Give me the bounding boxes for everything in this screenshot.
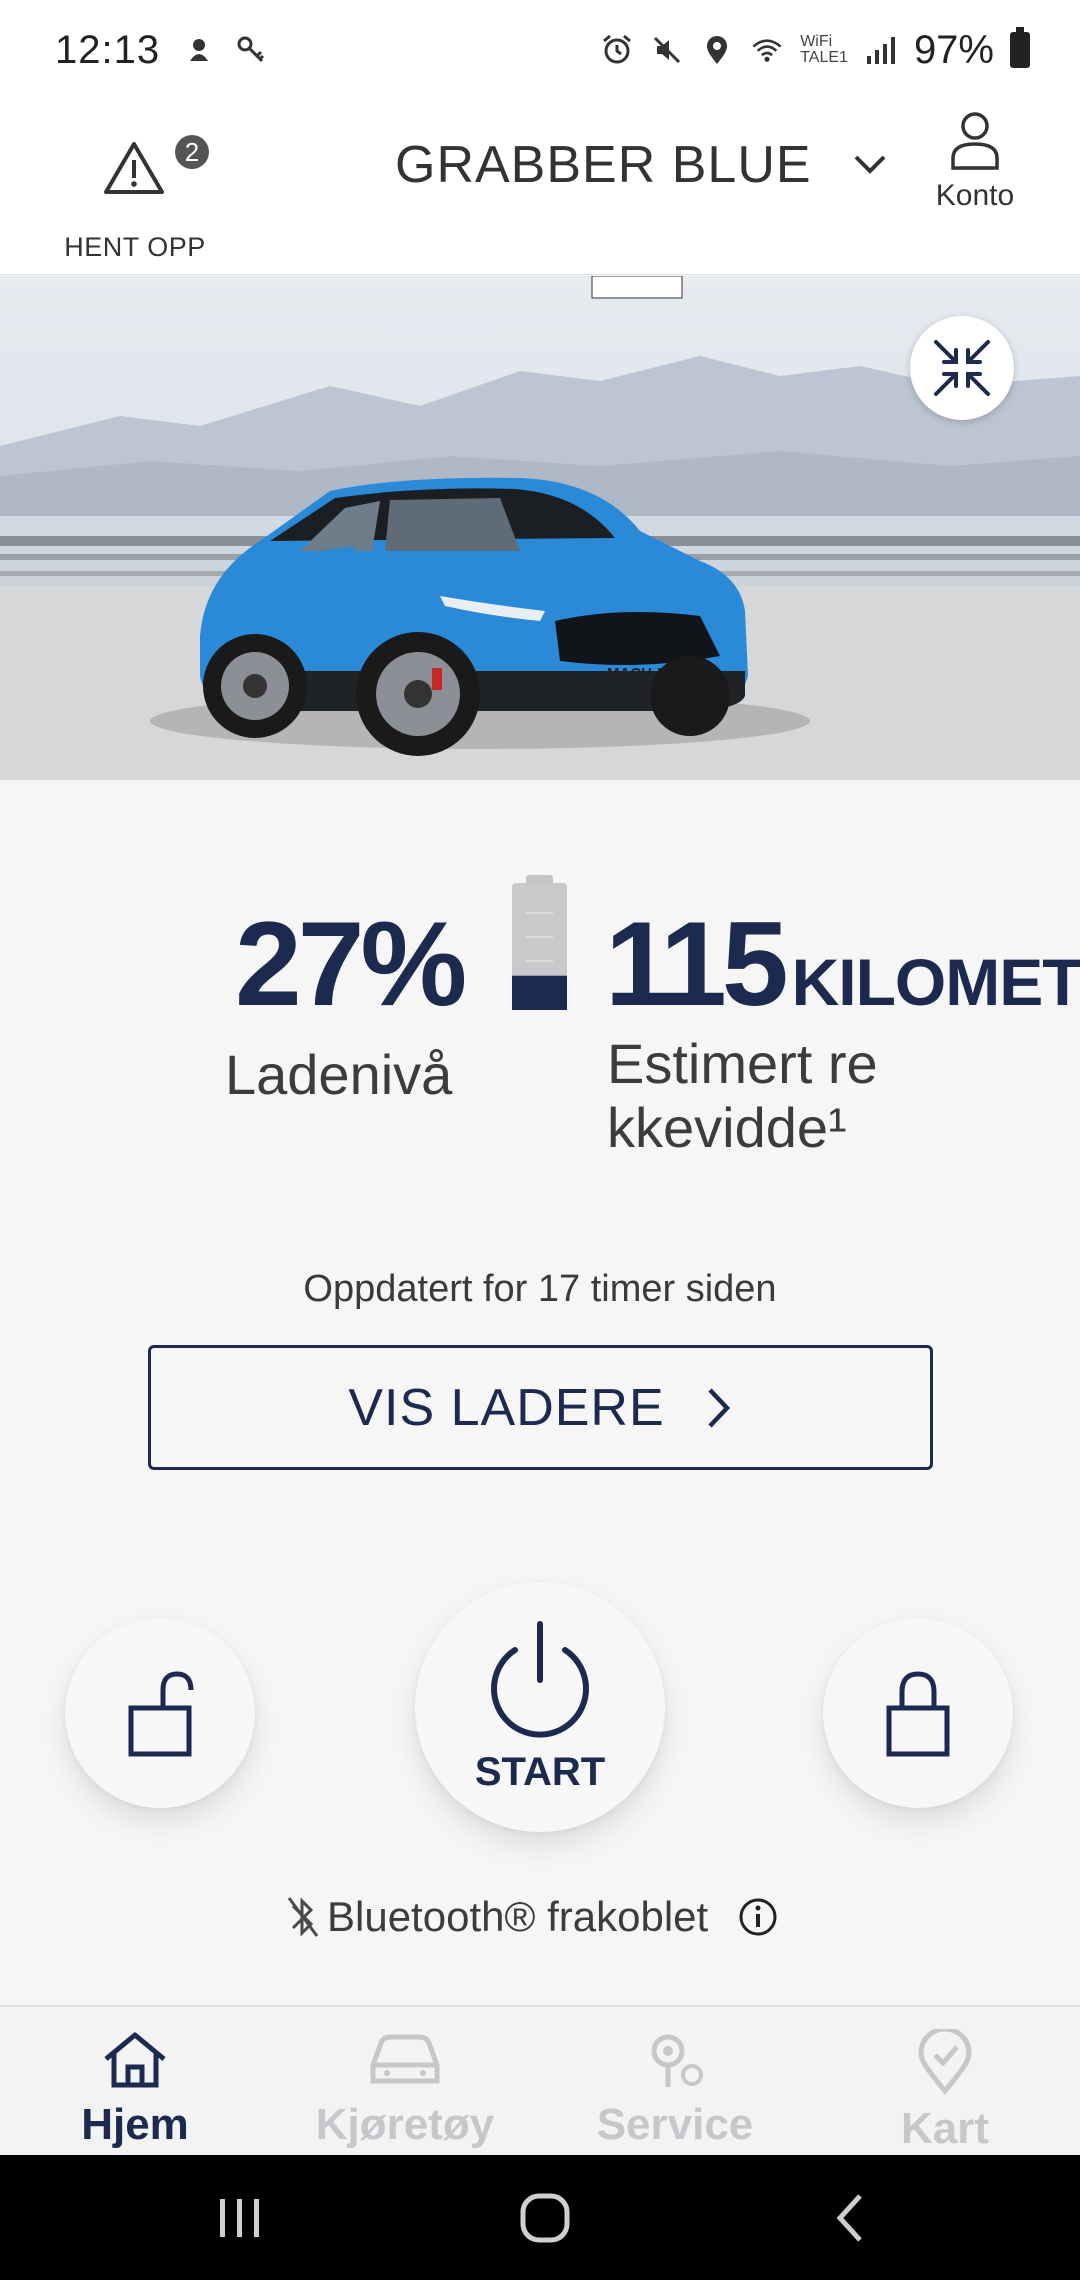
start-button[interactable]: START bbox=[415, 1582, 665, 1832]
app-header: 2 HENT OPP GRABBER BLUE Konto bbox=[0, 100, 1080, 275]
status-time: 12:13 bbox=[55, 27, 161, 72]
minimize-button[interactable] bbox=[910, 316, 1014, 420]
battery-percent: 97% bbox=[913, 27, 994, 72]
charge-percent: 27% bbox=[235, 897, 467, 1031]
power-icon bbox=[491, 1620, 589, 1738]
wifi-icon bbox=[750, 33, 784, 67]
nav-home-label: Hjem bbox=[81, 2100, 189, 2149]
range-value: 115 KILOMETE bbox=[605, 895, 1080, 1033]
start-label: START bbox=[474, 1749, 606, 1794]
system-navigation-bar bbox=[0, 2155, 1080, 2280]
nav-vehicle-label: Kjøretøy bbox=[315, 2100, 495, 2149]
notification-icon bbox=[182, 33, 216, 67]
nav-service[interactable]: Service bbox=[560, 2029, 790, 2150]
bluetooth-status-text: Bluetooth® frakoblet bbox=[327, 1893, 709, 1940]
bluetooth-off-icon bbox=[287, 1897, 319, 1937]
nav-home[interactable]: Hjem bbox=[20, 2029, 250, 2150]
nav-map[interactable]: Kart bbox=[830, 2026, 1060, 2154]
info-icon[interactable] bbox=[738, 1897, 778, 1937]
unlock-button[interactable] bbox=[65, 1618, 255, 1808]
person-icon bbox=[951, 112, 999, 170]
recent-apps-icon bbox=[220, 2198, 259, 2237]
battery-level-fill bbox=[512, 975, 567, 1010]
service-icon bbox=[651, 2034, 703, 2087]
status-bar: 12:13 WiFi TALE1 97% bbox=[0, 0, 1080, 100]
map-pin-icon bbox=[918, 2026, 972, 2095]
lock-button[interactable] bbox=[823, 1618, 1013, 1808]
key-icon bbox=[234, 33, 268, 67]
signal-icon bbox=[864, 33, 898, 67]
car-icon bbox=[370, 2034, 440, 2084]
vehicle-selector[interactable]: GRABBER BLUE bbox=[395, 135, 888, 195]
alarm-icon bbox=[600, 33, 634, 67]
recall-count-badge: 2 bbox=[175, 135, 209, 169]
wifi-calling-label: WiFi TALE1 bbox=[800, 34, 848, 66]
back-icon bbox=[836, 2193, 862, 2242]
recall-label: HENT OPP bbox=[64, 232, 206, 262]
home-icon bbox=[104, 2032, 166, 2088]
bottom-navigation: Hjem Kjøretøy Service Kart bbox=[0, 2005, 1080, 2155]
charge-label: Ladenivå bbox=[225, 1043, 453, 1106]
lock-icon bbox=[886, 1671, 950, 1757]
wifi-label-bottom: TALE1 bbox=[800, 49, 848, 66]
vehicle-hero-image: MACH-E bbox=[0, 276, 1080, 780]
mute-icon bbox=[650, 33, 684, 67]
nav-service-label: Service bbox=[596, 2100, 754, 2149]
collapse-arrows-icon bbox=[934, 340, 990, 396]
battery-icon bbox=[1010, 27, 1030, 68]
battery-level-icon bbox=[512, 875, 567, 1010]
account-button[interactable]: Konto bbox=[920, 110, 1030, 213]
show-chargers-button[interactable]: VIS LADERE bbox=[148, 1345, 933, 1470]
range-label: Estimert rekkevidde¹ bbox=[607, 1032, 878, 1159]
location-icon bbox=[700, 33, 734, 67]
vehicle-name: GRABBER BLUE bbox=[395, 136, 812, 194]
wifi-label-top: WiFi bbox=[800, 33, 833, 50]
chevron-right-icon bbox=[708, 1387, 730, 1428]
show-chargers-label: VIS LADERE bbox=[348, 1378, 665, 1437]
range-number: 115 bbox=[605, 897, 789, 1031]
nav-map-label: Kart bbox=[900, 2104, 990, 2153]
recent-apps-button[interactable] bbox=[200, 2155, 280, 2280]
bluetooth-status: Bluetooth® frakoblet bbox=[285, 1893, 778, 1941]
nav-vehicle[interactable]: Kjøretøy bbox=[290, 2029, 520, 2150]
home-system-button[interactable] bbox=[500, 2155, 590, 2280]
account-label: Konto bbox=[935, 179, 1015, 212]
recall-button[interactable]: 2 HENT OPP bbox=[60, 120, 210, 262]
home-circle-icon bbox=[520, 2193, 570, 2242]
back-button[interactable] bbox=[810, 2155, 890, 2280]
chevron-down-icon bbox=[854, 155, 885, 174]
unlock-icon bbox=[128, 1671, 194, 1757]
range-unit: KILOMETE bbox=[791, 945, 1080, 1019]
warning-icon bbox=[104, 142, 164, 194]
last-updated: Oppdatert for 17 timer siden bbox=[303, 1268, 777, 1310]
